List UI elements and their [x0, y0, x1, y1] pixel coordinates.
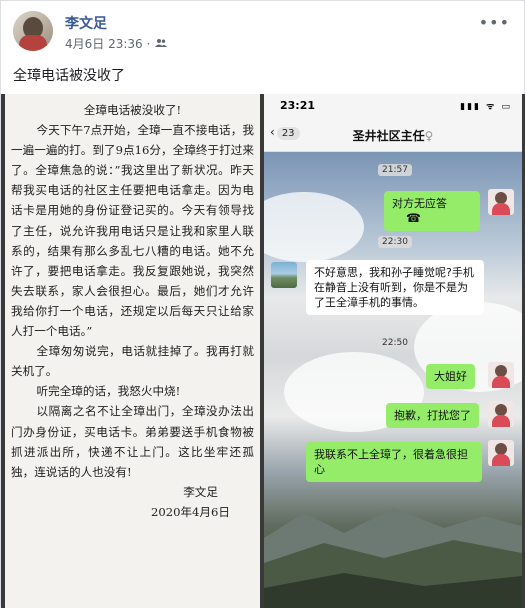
- chat-timestamp: 21:57: [378, 164, 412, 176]
- chat-bubble-sent[interactable]: 我联系不上全璋了，很着急很担心: [306, 442, 482, 482]
- my-avatar[interactable]: [488, 362, 514, 388]
- status-icons: ▮▮▮ ᯤ ▭: [460, 102, 512, 112]
- letter-photo[interactable]: 全璋电话被没收了! 今天下午7点开始，全璋一直不接电话，我一遍一遍的打。到了9点…: [5, 94, 260, 608]
- letter-title: 全璋电话被没收了!: [83, 103, 182, 117]
- letter-date: 2020年4月6日: [150, 504, 230, 519]
- letter-paragraph: 听完全璋的话，我怒火中烧!: [36, 384, 181, 399]
- facebook-post: 李文足 4月6日 23:36 · ••• 全璋电话被没收了 全璋电话被没收了! …: [0, 0, 525, 608]
- message-text: 我联系不上全璋了，很着急很担心: [314, 448, 468, 476]
- author-avatar[interactable]: [13, 11, 53, 51]
- meta-separator: ·: [146, 36, 151, 51]
- my-avatar[interactable]: [488, 189, 514, 215]
- chat-timestamp: 22:50: [378, 337, 412, 349]
- mountain-landscape: [264, 508, 522, 608]
- my-avatar[interactable]: [488, 401, 514, 427]
- more-options-icon[interactable]: •••: [479, 13, 510, 32]
- chat-bubble-sent[interactable]: 大姐好: [426, 364, 475, 389]
- message-text: 大姐好: [434, 370, 467, 383]
- message-text: 对方无应答: [392, 197, 447, 210]
- chat-bubble-received[interactable]: 不好意思，我和孙子睡觉呢?手机在静音上没有听到，你是不是为了王全漳手机的事情。: [306, 260, 484, 315]
- status-time: 23:21: [280, 99, 316, 112]
- letter-text: 全璋电话被没收了! 今天下午7点开始，全璋一直不接电话，我一遍一遍的打。到了9点…: [11, 100, 254, 522]
- cloud-shape: [264, 192, 364, 262]
- phone-status-bar: 23:21 ▮▮▮ ᯤ ▭: [264, 94, 522, 118]
- letter-paragraph: 以隔离之名不让全璋出门，全璋没办法出门办身份证，买电话卡。弟弟要送手机食物被抓进…: [11, 404, 254, 479]
- letter-paragraph: 全璋匆匆说完，电话就挂掉了。我再打就关机了。: [11, 344, 254, 379]
- wechat-screenshot-photo[interactable]: 23:21 ▮▮▮ ᯤ ▭ ‹23 圣井社区主任♀ 21:57 对方无应答 ☎: [264, 94, 522, 608]
- chat-title-text: 圣井社区主任: [352, 129, 425, 143]
- chat-header: ‹ 23 圣井社区主任♀: [264, 118, 522, 152]
- my-avatar[interactable]: [488, 440, 514, 466]
- phone-hangup-icon: ☎: [406, 211, 421, 225]
- gender-icon: ♀: [424, 129, 434, 143]
- post-meta: 4月6日 23:36 ·: [65, 35, 167, 52]
- post-text: 全璋电话被没收了: [13, 68, 125, 84]
- author-name[interactable]: 李文足: [65, 13, 107, 33]
- message-text: 不好意思，我和孙子睡觉呢?手机在静音上没有听到，你是不是为了王全漳手机的事情。: [314, 266, 474, 309]
- chat-bubble-sent[interactable]: 抱歉，打扰您了: [386, 403, 479, 428]
- friends-icon: [154, 37, 167, 51]
- chat-title: 圣井社区主任♀: [264, 127, 522, 144]
- contact-avatar[interactable]: [271, 262, 297, 288]
- post-timestamp[interactable]: 4月6日 23:36: [65, 35, 143, 52]
- letter-signature: 李文足: [183, 484, 218, 499]
- letter-paragraph: 今天下午7点开始，全璋一直不接电话，我一遍一遍的打。到了9点16分，全璋终于打过…: [11, 123, 254, 339]
- message-text: 抱歉，打扰您了: [394, 409, 471, 422]
- chat-timestamp: 22:30: [378, 236, 412, 248]
- chat-bubble-sent[interactable]: 对方无应答 ☎: [384, 191, 480, 231]
